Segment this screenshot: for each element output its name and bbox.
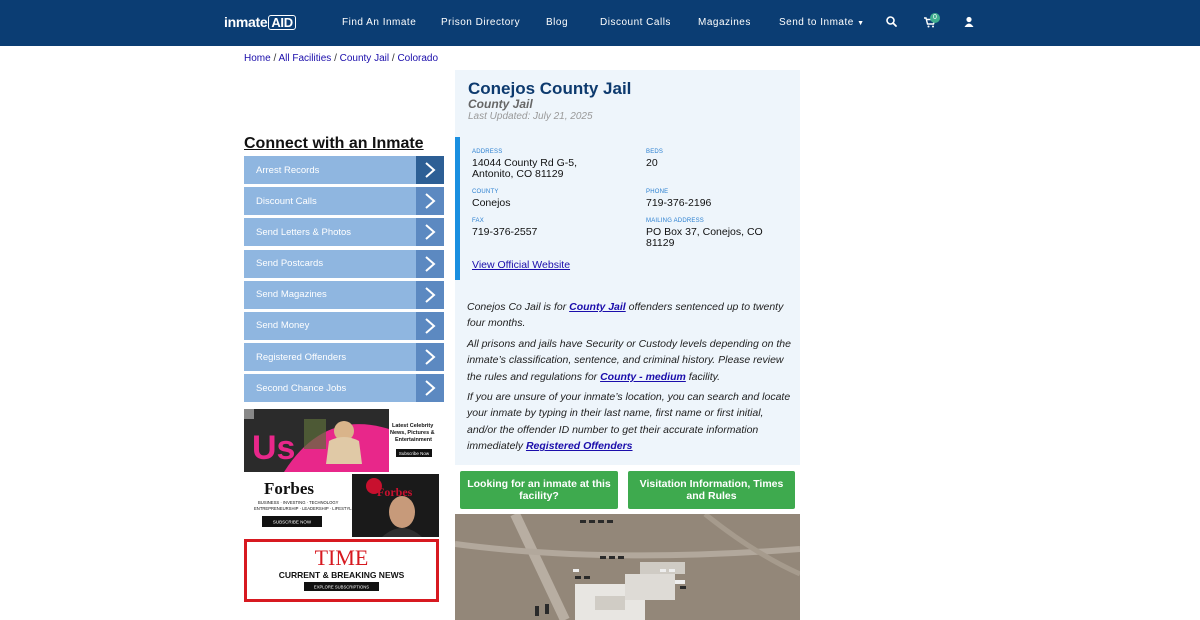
phone-label: PHONE [646,189,669,195]
us-ad-cta: Subscribe Now [399,451,430,456]
sidebar-item-send-postcards[interactable]: Send Postcards [244,249,444,278]
breadcrumb-colorado[interactable]: Colorado [397,53,438,64]
chevron-right-icon [416,280,444,309]
nav-prison-directory[interactable]: Prison Directory [441,17,520,28]
chevron-right-icon [416,374,444,403]
inmate-lookup-button[interactable]: Looking for an inmate at this facility? [460,471,618,509]
caret-down-icon: ▼ [857,20,865,27]
sidebar-item-label: Send Money [256,320,310,332]
security-level-link[interactable]: County - medium [600,371,686,383]
breadcrumb: Home / All Facilities / County Jail / Co… [244,53,438,64]
us-logo: Us [252,429,295,467]
view-official-website-link[interactable]: View Official Website [472,259,570,271]
chevron-right-icon [416,156,444,184]
breadcrumb-home[interactable]: Home [244,53,271,64]
desc-text: facility. [685,370,721,383]
forbes-tagline-1: BUSINESS · INVESTING · TECHNOLOGY [258,500,339,505]
sidebar-item-arrest-records[interactable]: Arrest Records [244,156,444,184]
details-accent-bar [455,137,460,280]
sidebar-item-discount-calls[interactable]: Discount Calls [244,187,444,216]
breadcrumb-separator: / [391,53,395,64]
beds-label: BEDS [646,149,664,155]
mailing-address-label: MAILING ADDRESS [646,218,705,224]
nav-send-to-inmate-label: Send to Inmate [779,17,854,28]
user-icon[interactable] [961,14,977,30]
site-logo[interactable]: inmate AID [224,14,296,30]
nav-send-to-inmate[interactable]: Send to Inmate ▼ [779,17,865,28]
beds-value: 20 [646,157,658,169]
sidebar-item-label: Send Postcards [256,258,324,270]
search-icon[interactable] [884,14,900,30]
nav-discount-calls[interactable]: Discount Calls [600,17,671,28]
breadcrumb-all-facilities[interactable]: All Facilities [278,53,331,64]
logo-badge: AID [268,15,296,30]
forbes-cta: SUBSCRIBE NOW [273,520,312,525]
fax-label: FAX [472,218,484,224]
sidebar-item-second-chance-jobs[interactable]: Second Chance Jobs [244,374,444,403]
fax-value: 719-376-2557 [472,226,538,238]
facility-aerial-photo [455,514,800,620]
us-weekly-ad-graphic: Us Latest Celebrity News, Pictures & Ent… [244,409,435,472]
county-value: Conejos [472,197,511,209]
us-ad-text-3: Entertainment [395,437,432,443]
us-ad-text-2: News, Pictures & [390,430,435,436]
us-ad-text-1: Latest Celebrity [392,423,434,429]
sidebar-item-label: Second Chance Jobs [256,382,347,394]
sidebar-item-label: Arrest Records [256,164,320,176]
address-line-2: Antonito, CO 81129 [472,168,564,180]
desc-text: Conejos Co Jail is for [467,301,570,313]
county-label: COUNTY [472,189,499,195]
cart-count-badge: 0 [930,13,940,23]
forbes-cover-logo: Forbes [377,485,413,499]
sidebar-item-label: Send Magazines [256,289,327,301]
nav-magazines[interactable]: Magazines [698,17,751,28]
chevron-right-icon [416,249,444,278]
nav-blog[interactable]: Blog [546,17,568,28]
chevron-right-icon [416,311,444,340]
facility-name: Conejos County Jail [468,79,632,98]
forbes-logo: Forbes [264,479,314,498]
time-ad-graphic: TIME CURRENT & BREAKING NEWS EXPLORE SUB… [279,545,405,591]
facility-description-2: All prisons and jails have Security or C… [467,336,792,385]
county-jail-link[interactable]: County Jail [569,301,626,313]
breadcrumb-separator: / [273,53,277,64]
time-tagline: CURRENT & BREAKING NEWS [279,570,405,580]
time-logo: TIME [315,545,369,570]
facility-last-updated: Last Updated: July 21, 2025 [468,111,593,122]
ad-forbes[interactable]: Forbes BUSINESS · INVESTING · TECHNOLOGY… [244,474,439,537]
ad-us-weekly[interactable]: Us Latest Celebrity News, Pictures & Ent… [244,409,439,472]
logo-text: inmate [224,14,268,30]
sidebar-item-label: Registered Offenders [256,351,347,363]
phone-value[interactable]: 719-376-2196 [646,198,711,209]
facility-description-1: Conejos Co Jail is for County Jail offen… [467,299,792,332]
chevron-right-icon [416,343,444,372]
nav-find-inmate[interactable]: Find An Inmate [342,17,416,28]
mailing-address-line-2: 81129 [646,237,675,249]
sidebar-item-send-letters[interactable]: Send Letters & Photos [244,218,444,247]
visitation-info-button[interactable]: Visitation Information, Times and Rules [628,471,795,509]
sidebar-item-send-money[interactable]: Send Money [244,311,444,340]
time-cta: EXPLORE SUBSCRIPTIONS [314,585,369,590]
forbes-ad-graphic: Forbes BUSINESS · INVESTING · TECHNOLOGY… [254,474,439,537]
top-navbar: inmate AID Find An Inmate Prison Director… [0,0,1200,46]
sidebar-item-label: Send Letters & Photos [256,226,352,238]
sidebar-item-label: Discount Calls [256,195,317,207]
facility-type: County Jail [468,97,533,111]
chevron-right-icon [416,187,444,216]
address-label: ADDRESS [472,149,503,155]
aerial-photo-graphic [455,514,800,620]
sidebar-item-registered-offenders[interactable]: Registered Offenders [244,343,444,372]
chevron-right-icon [416,218,444,247]
connect-menu: Arrest Records Discount Calls Send Lette… [244,156,444,406]
connect-title: Connect with an Inmate [244,135,424,152]
registered-offenders-link[interactable]: Registered Offenders [526,440,633,452]
facility-description-3: If you are unsure of your inmate’s locat… [467,389,792,455]
sidebar-item-send-magazines[interactable]: Send Magazines [244,280,444,309]
forbes-tagline-2: ENTREPRENEURSHIP · LEADERSHIP · LIFESTYL… [254,506,355,511]
breadcrumb-separator: / [334,53,337,64]
breadcrumb-county-jail[interactable]: County Jail [340,53,389,64]
ad-time[interactable]: TIME CURRENT & BREAKING NEWS EXPLORE SUB… [244,539,439,602]
